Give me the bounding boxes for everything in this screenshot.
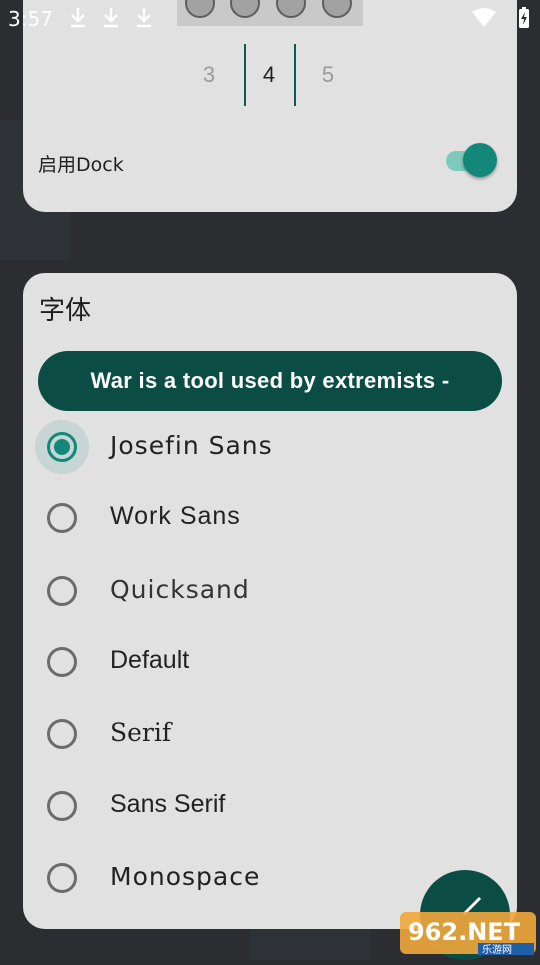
download-icon: [104, 8, 118, 28]
font-option-label: Serif: [110, 718, 172, 747]
font-option-label: Sans Serif: [110, 790, 226, 818]
font-option-label: Quicksand: [110, 575, 250, 604]
font-option-label: Monospace: [110, 862, 261, 891]
picker-divider: [294, 44, 296, 106]
font-option-label: Default: [110, 646, 190, 674]
font-preview-button[interactable]: War is a tool used by extremists -: [38, 351, 502, 411]
picker-value-next[interactable]: 5: [313, 62, 343, 88]
font-section-title: 字体: [39, 296, 92, 326]
svg-text:乐游网: 乐游网: [482, 943, 512, 956]
radio-unchecked-icon[interactable]: [47, 863, 77, 893]
font-option-josefin-sans[interactable]: Josefin Sans: [35, 419, 478, 475]
font-option-label: Work Sans: [110, 502, 241, 530]
font-preview-text: War is a tool used by extremists -: [90, 368, 450, 393]
status-bar: 3:57: [0, 0, 540, 36]
wifi-icon: [472, 8, 496, 27]
font-option-quicksand[interactable]: Quicksand: [38, 563, 478, 619]
font-option-sans-serif[interactable]: Sans Serif: [38, 778, 478, 834]
radio-unchecked-icon[interactable]: [47, 503, 77, 533]
font-option-serif[interactable]: Serif: [38, 706, 478, 762]
picker-divider: [244, 44, 246, 106]
radio-checked-icon[interactable]: [47, 432, 77, 462]
font-option-label: Josefin Sans: [110, 431, 273, 460]
enable-dock-switch-thumb[interactable]: [463, 143, 497, 177]
picker-value-prev[interactable]: 3: [194, 62, 224, 88]
download-icon: [137, 8, 151, 28]
picker-value-selected[interactable]: 4: [254, 62, 284, 88]
radio-unchecked-icon[interactable]: [47, 791, 77, 821]
radio-unchecked-icon[interactable]: [47, 647, 77, 677]
dock-columns-picker[interactable]: 3 4 5: [190, 44, 350, 106]
font-option-work-sans[interactable]: Work Sans: [38, 490, 478, 546]
font-option-default[interactable]: Default: [38, 634, 478, 690]
download-icon: [71, 8, 85, 28]
enable-dock-label: 启用Dock: [38, 154, 124, 176]
radio-unchecked-icon[interactable]: [47, 719, 77, 749]
svg-text:962.NET: 962.NET: [408, 918, 521, 946]
battery-charging-icon: [519, 7, 529, 28]
status-time: 3:57: [8, 7, 53, 31]
font-option-monospace[interactable]: Monospace: [38, 850, 478, 906]
watermark-logo: 962.NET 乐游网: [400, 912, 536, 956]
radio-unchecked-icon[interactable]: [47, 576, 77, 606]
